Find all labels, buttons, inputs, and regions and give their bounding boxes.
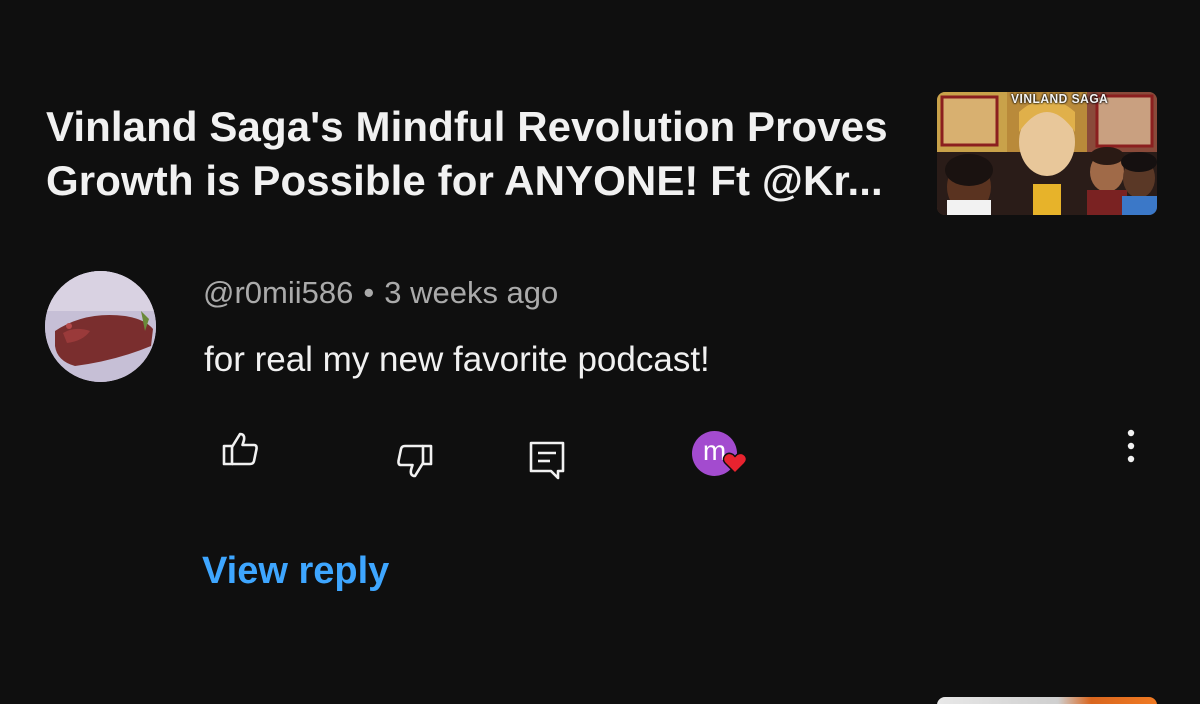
video-title[interactable]: Vinland Saga's Mindful Revolution Proves… [46, 100, 926, 208]
video-thumbnail[interactable]: VINLAND SAGA [937, 92, 1157, 215]
thumbs-down-icon [397, 444, 433, 478]
comment-meta: @r0mii586 • 3 weeks ago [203, 275, 558, 311]
more-options-button[interactable] [1115, 428, 1147, 468]
reply-button[interactable] [528, 440, 568, 480]
comment-author-avatar[interactable] [45, 271, 156, 382]
thumbs-up-icon [222, 432, 258, 466]
avatar-image [45, 271, 156, 382]
next-video-thumbnail[interactable] [937, 697, 1157, 704]
comment-timestamp[interactable]: 3 weeks ago [384, 275, 558, 310]
heart-icon [722, 452, 748, 475]
comment-body: for real my new favorite podcast! [204, 340, 710, 379]
view-reply-link[interactable]: View reply [202, 550, 389, 593]
thumbnail-title-text: VINLAND SAGA [1011, 92, 1109, 107]
thumbnail-art [937, 92, 1157, 215]
comment-icon [529, 441, 565, 480]
comment-author-handle[interactable]: @r0mii586 [203, 275, 353, 310]
like-button[interactable] [221, 430, 261, 470]
creator-heart-badge[interactable]: m [692, 431, 754, 483]
dislike-button[interactable] [394, 441, 434, 481]
meta-separator: • [363, 275, 375, 310]
more-vertical-icon [1127, 429, 1135, 463]
